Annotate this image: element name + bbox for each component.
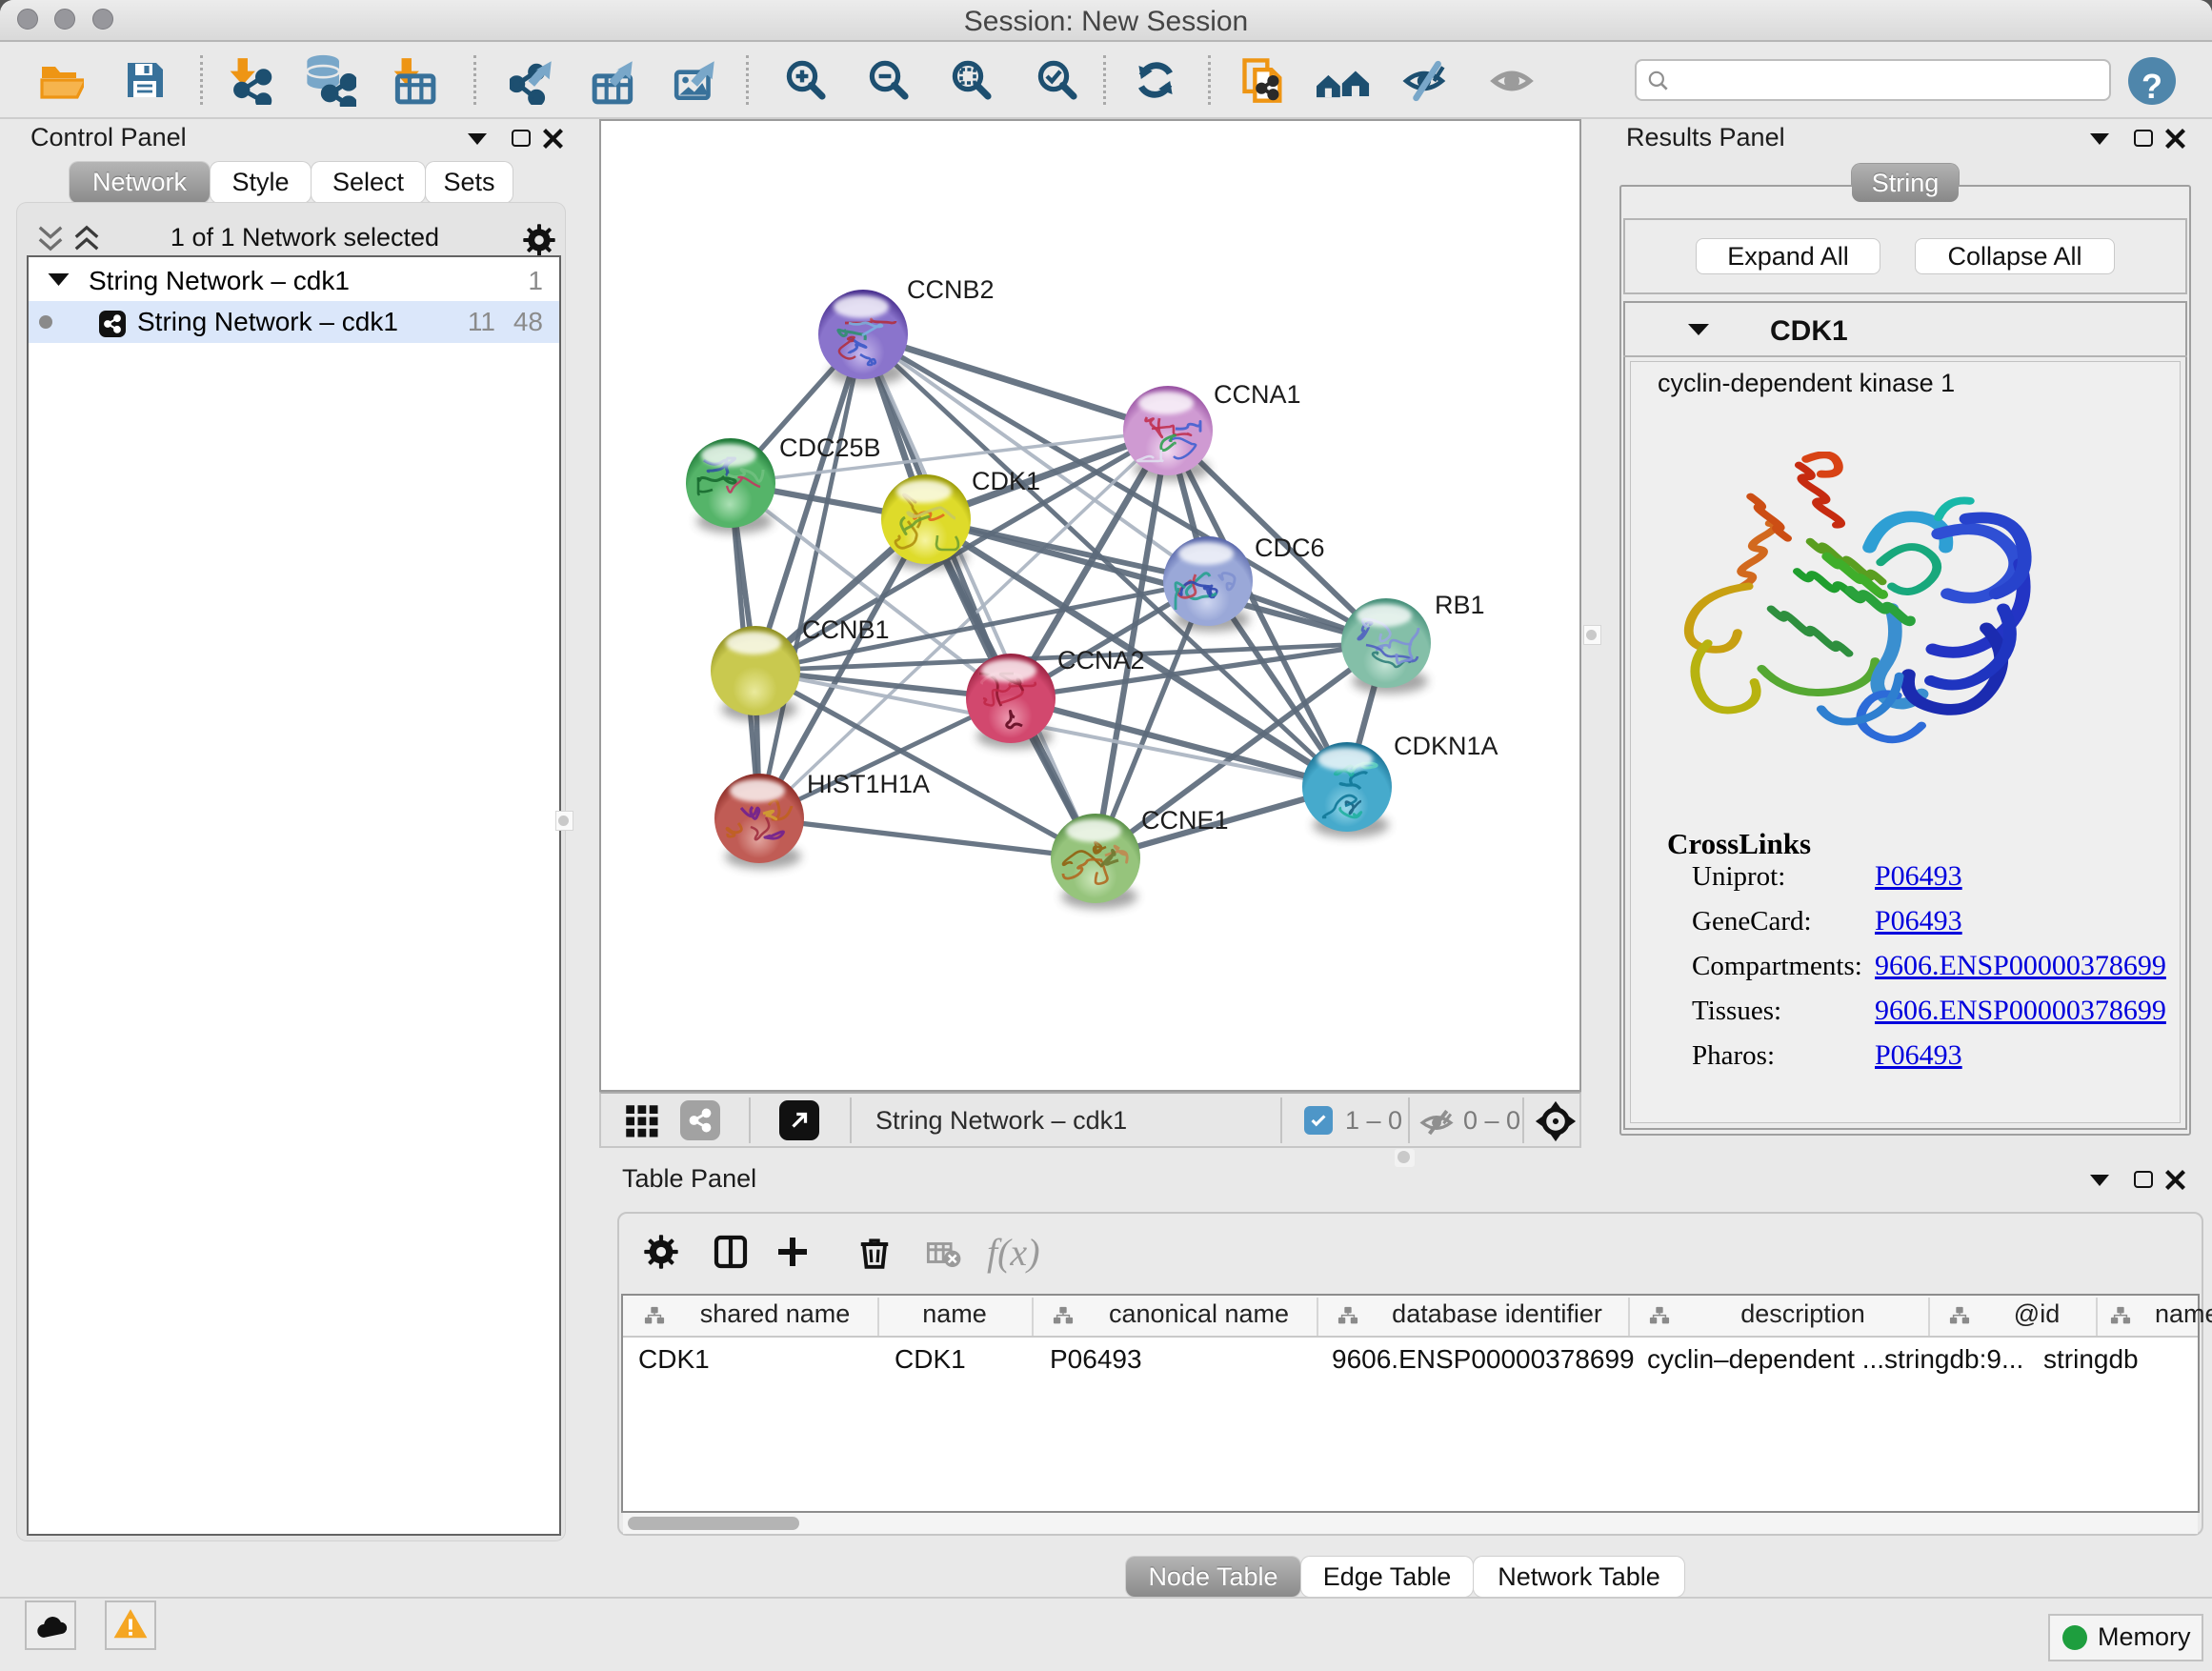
svg-text:CCNB2: CCNB2 bbox=[907, 275, 995, 304]
svg-text:CDKN1A: CDKN1A bbox=[1394, 732, 1498, 760]
svg-text:CDC6: CDC6 bbox=[1255, 534, 1325, 562]
svg-text:CCNB1: CCNB1 bbox=[802, 615, 890, 644]
svg-text:RB1: RB1 bbox=[1435, 591, 1485, 619]
svg-text:CDC25B: CDC25B bbox=[779, 433, 881, 462]
svg-text:CCNA2: CCNA2 bbox=[1057, 646, 1145, 674]
svg-text:CDK1: CDK1 bbox=[972, 467, 1040, 495]
svg-text:HIST1H1A: HIST1H1A bbox=[807, 770, 930, 798]
svg-text:CCNE1: CCNE1 bbox=[1141, 806, 1229, 835]
svg-text:CCNA1: CCNA1 bbox=[1214, 380, 1301, 409]
